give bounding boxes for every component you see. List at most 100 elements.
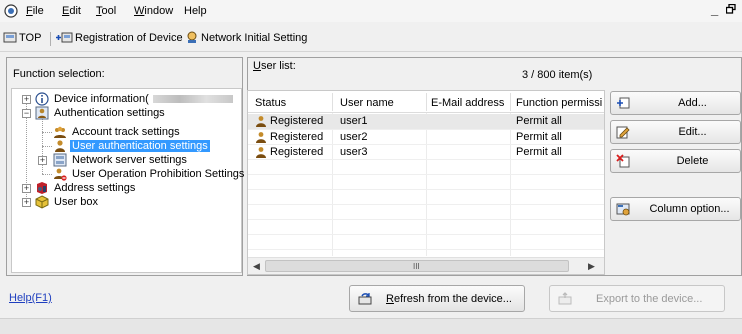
scroll-right-icon[interactable]: ▶	[588, 261, 595, 272]
tree-item-user-operation-prohibition-settings[interactable]: User Operation Prohibition Settings	[53, 167, 246, 181]
tree-item-user-box[interactable]: User box	[35, 195, 100, 209]
menu-bar: File Edit Tool Window Help _	[0, 0, 742, 22]
menu-edit[interactable]: Edit	[62, 5, 81, 17]
edit-button[interactable]: Edit...	[610, 120, 741, 144]
registered-user-icon	[256, 132, 266, 143]
collapse-authentication-settings[interactable]: −	[22, 109, 31, 118]
menu-file[interactable]: File	[26, 5, 44, 17]
refresh-label: Refresh from the device...	[386, 292, 512, 305]
table-header: Status User name E-Mail address Function…	[248, 91, 604, 113]
column-option-icon	[616, 203, 630, 216]
table-row[interactable]: Registered user3 Permit all	[248, 145, 604, 160]
scrollbar-grip: III	[413, 262, 420, 271]
tree-item-label: Address settings	[54, 182, 136, 194]
row-gridline	[248, 204, 604, 205]
account-group-icon	[54, 126, 66, 138]
status-cell: Registered	[255, 131, 323, 143]
delete-icon	[616, 154, 630, 168]
network-initial-setting-button[interactable]: Network Initial Setting	[185, 31, 307, 44]
expand-address-settings[interactable]: +	[22, 184, 31, 193]
tree-item-address-settings[interactable]: Address settings	[35, 181, 137, 195]
status-text: Registered	[270, 115, 324, 127]
item-count: 3 / 800 item(s)	[522, 69, 593, 81]
restore-icon	[725, 3, 736, 14]
tree-item-device-information[interactable]: Device information(	[35, 92, 233, 106]
add-label: Add...	[678, 97, 707, 109]
scrollbar-thumb[interactable]: III	[265, 260, 569, 272]
export-to-device-button[interactable]: Export to the device...	[549, 285, 725, 312]
tree-item-label: User box	[54, 196, 99, 208]
export-label: Export to the device...	[596, 292, 703, 305]
menu-tool[interactable]: Tool	[96, 5, 116, 17]
registered-user-icon	[256, 147, 266, 158]
info-icon	[35, 92, 49, 106]
column-header-function-permission[interactable]: Function permission	[516, 97, 602, 109]
user-list-table[interactable]: Status User name E-Mail address Function…	[247, 90, 605, 275]
column-header-email[interactable]: E-Mail address	[431, 97, 511, 109]
add-button[interactable]: Add...	[610, 91, 741, 115]
column-divider	[510, 93, 511, 111]
column-header-status[interactable]: Status	[255, 97, 335, 109]
row-gridline	[248, 174, 604, 175]
status-cell: Registered	[255, 115, 323, 127]
table-row[interactable]: Registered user1 Permit all	[248, 114, 604, 129]
tree-item-account-track-settings[interactable]: Account track settings	[53, 125, 182, 139]
device-top-icon	[3, 32, 17, 43]
tree-item-label: Account track settings	[72, 126, 180, 138]
status-text: Registered	[270, 146, 324, 158]
horizontal-scrollbar[interactable]: ◀ III ▶	[248, 257, 604, 274]
menu-help[interactable]: Help	[184, 5, 207, 17]
status-text: Registered	[270, 131, 324, 143]
column-option-label: Column option...	[649, 203, 730, 215]
column-divider	[332, 93, 333, 111]
top-button[interactable]: TOP	[3, 31, 41, 44]
registered-user-icon	[256, 116, 266, 127]
column-header-user-name[interactable]: User name	[340, 97, 424, 109]
tree-connector	[42, 174, 52, 175]
user-prohibit-icon	[54, 168, 67, 181]
refresh-device-icon	[358, 292, 372, 304]
scroll-left-icon[interactable]: ◀	[253, 261, 260, 272]
minimize-button[interactable]: _	[711, 2, 718, 17]
permission-cell: Permit all	[516, 146, 562, 158]
help-link[interactable]: Help(F1)	[9, 292, 52, 304]
network-server-icon	[53, 153, 67, 167]
tree-connector	[42, 132, 52, 133]
expand-device-information[interactable]: +	[22, 95, 31, 104]
refresh-from-device-button[interactable]: Refresh from the device...	[349, 285, 525, 312]
tree-item-user-authentication-settings[interactable]: User authentication settings	[53, 139, 210, 153]
column-option-button[interactable]: Column option...	[610, 197, 741, 221]
edit-icon	[616, 126, 630, 139]
redacted-device-name	[152, 95, 233, 103]
user-name-cell: user2	[340, 131, 368, 143]
user-icon	[55, 140, 65, 152]
table-row[interactable]: Registered user2 Permit all	[248, 130, 604, 145]
column-divider	[426, 93, 427, 111]
delete-button[interactable]: Delete	[610, 149, 741, 173]
status-bar	[0, 318, 742, 334]
restore-button[interactable]	[725, 3, 736, 17]
row-gridline	[248, 189, 604, 190]
menu-window[interactable]: Window	[134, 5, 173, 17]
tree-item-authentication-settings[interactable]: Authentication settings	[35, 106, 167, 120]
user-name-cell: user3	[340, 146, 368, 158]
user-name-cell: user1	[340, 115, 368, 127]
expand-network-server-settings[interactable]: +	[38, 156, 47, 165]
toolbar-separator	[50, 32, 51, 46]
network-setting-icon	[187, 31, 197, 43]
tree-item-label: Device information(	[54, 93, 149, 105]
registration-of-device-button[interactable]: Registration of Device	[55, 31, 183, 44]
row-gridline	[248, 234, 604, 235]
tree-item-network-server-settings[interactable]: Network server settings	[53, 153, 189, 167]
authentication-icon	[35, 106, 49, 120]
function-selection-label: Function selection:	[13, 68, 105, 80]
add-device-icon	[56, 32, 73, 43]
network-label: Network Initial Setting	[201, 31, 308, 44]
expand-user-box[interactable]: +	[22, 198, 31, 207]
app-icon[interactable]	[4, 4, 18, 18]
row-gridline	[248, 249, 604, 250]
tree-item-label: Network server settings	[72, 154, 187, 166]
edit-label: Edit...	[678, 126, 707, 138]
permission-cell: Permit all	[516, 115, 562, 127]
user-box-icon	[35, 195, 49, 209]
